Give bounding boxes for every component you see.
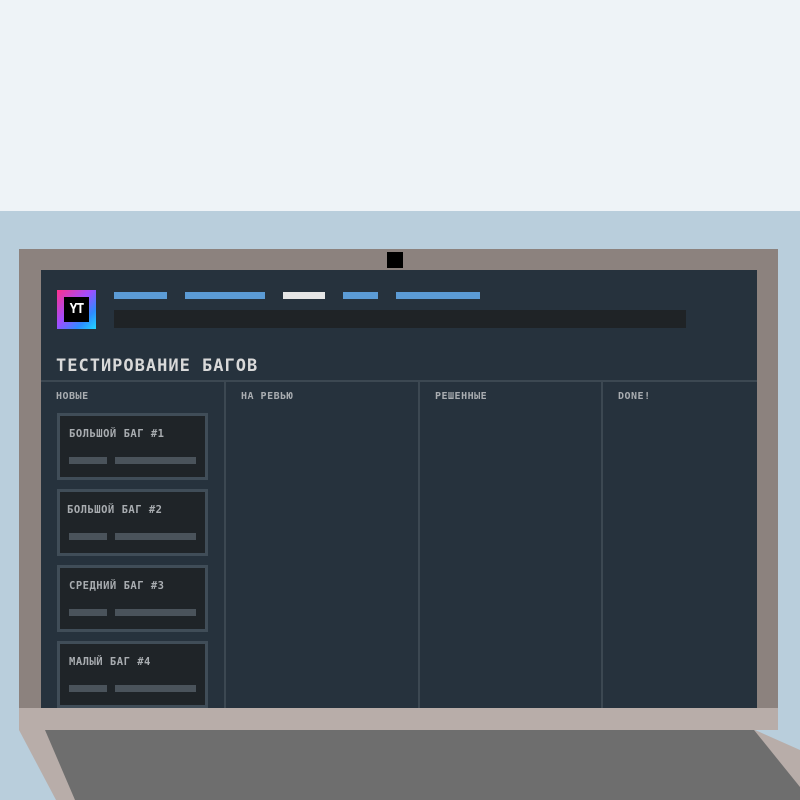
column-header-done: DONE! — [618, 391, 651, 402]
nav-item-4[interactable] — [343, 292, 378, 299]
issue-card[interactable]: СРЕДНИЙ БАГ #3 — [57, 565, 208, 632]
column-divider — [418, 381, 420, 711]
search-input[interactable] — [114, 310, 686, 328]
issue-card[interactable]: БОЛЬШОЙ БАГ #1 — [57, 413, 208, 480]
issue-card-tag — [69, 457, 107, 464]
sky — [0, 0, 800, 211]
issue-card-assignee — [115, 609, 196, 616]
illustration: YT ТЕСТИРОВАНИЕ БАГОВ НОВЫЕ НА РЕВЬЮ РЕШ… — [0, 0, 800, 800]
nav-item-3-active[interactable] — [283, 292, 325, 299]
issue-card-tag — [69, 609, 107, 616]
column-header-resolved: РЕШЕННЫЕ — [435, 391, 488, 402]
issue-card[interactable]: БОЛЬШОЙ БАГ #2 — [57, 489, 208, 556]
issue-card-title: СРЕДНИЙ БАГ #3 — [69, 580, 165, 592]
board-header-divider — [41, 380, 757, 382]
webcam-icon — [387, 252, 403, 268]
issue-card[interactable]: МАЛЫЙ БАГ #4 — [57, 641, 208, 708]
nav-item-5[interactable] — [396, 292, 480, 299]
laptop-keyboard — [45, 730, 800, 800]
laptop-hinge — [19, 708, 778, 730]
issue-card-assignee — [115, 685, 196, 692]
page-title: ТЕСТИРОВАНИЕ БАГОВ — [56, 356, 259, 376]
issue-card-tag — [69, 685, 107, 692]
nav-item-1[interactable] — [114, 292, 167, 299]
issue-card-title: БОЛЬШОЙ БАГ #2 — [67, 504, 163, 516]
issue-card-title: БОЛЬШОЙ БАГ #1 — [69, 428, 165, 440]
issue-card-tag — [69, 533, 107, 540]
column-divider — [601, 381, 603, 711]
nav-item-2[interactable] — [185, 292, 265, 299]
issue-card-title: МАЛЫЙ БАГ #4 — [69, 656, 151, 668]
column-header-new: НОВЫЕ — [56, 391, 89, 402]
laptop-screen: YT ТЕСТИРОВАНИЕ БАГОВ НОВЫЕ НА РЕВЬЮ РЕШ… — [41, 270, 757, 711]
issue-card-assignee — [115, 533, 196, 540]
logo-text: YT — [64, 297, 89, 322]
youtrack-logo[interactable]: YT — [57, 290, 96, 329]
column-header-review: НА РЕВЬЮ — [241, 391, 294, 402]
column-divider — [224, 381, 226, 711]
issue-card-assignee — [115, 457, 196, 464]
